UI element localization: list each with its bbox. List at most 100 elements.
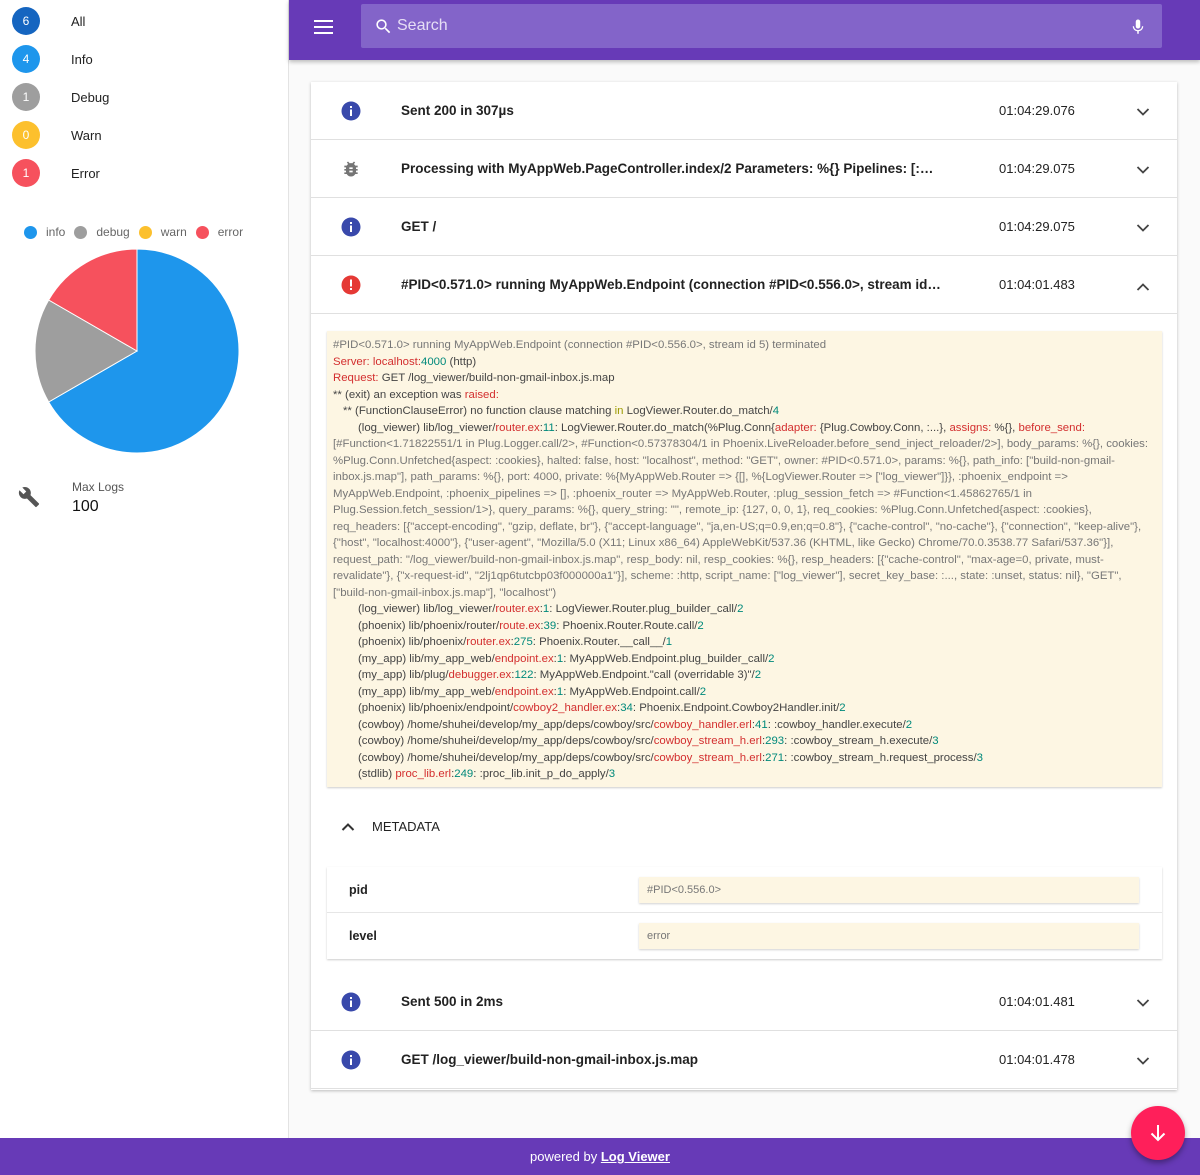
filter-count-badge: 1 [12,83,40,111]
stack-frame-part: : :cowboy_stream_h.execute/ [784,735,933,747]
exit-keyword: raised: [464,388,499,401]
stack-frame-part: 3 [608,768,616,780]
log-timestamp: 01:04:29.075 [999,219,1075,234]
info-icon [341,101,361,121]
call-before-send-key: before_send: [1018,421,1085,434]
stack-frame-part: cowboy_stream_h.erl [653,751,762,764]
filter-debug[interactable]: 1 Debug [12,83,109,111]
max-logs-setting[interactable]: Max Logs 100 [18,478,268,518]
info-icon [341,1050,361,1070]
scroll-bottom-button[interactable] [1131,1106,1185,1160]
legend-label: debug [96,225,130,239]
chevron-down-icon[interactable] [1136,104,1150,122]
stack-frame: (phoenix) lib/phoenix/router.ex:275: Pho… [333,634,1156,651]
metadata-value: error [639,923,1139,949]
exit-text: ** (exit) an exception was [333,388,465,401]
filter-warn[interactable]: 0 Warn [12,121,102,149]
legend-item-warn[interactable]: warn [138,225,187,239]
log-timestamp: 01:04:29.076 [999,103,1075,118]
stack-frame-part: 271 [765,751,785,764]
stack-frame-part: : LogViewer.Router.plug_builder_call/ [549,603,738,615]
legend-item-info[interactable]: info [24,225,65,239]
stack-frame-part: 2 [737,603,744,615]
log-row[interactable]: Processing with MyAppWeb.PageController.… [311,140,1177,198]
stack-frame-part: cowboy2_handler.ex [513,702,618,714]
request-label: Request: [333,372,379,384]
log-row[interactable]: Sent 500 in 2ms 01:04:01.481 [311,973,1177,1031]
filter-label: All [71,13,86,29]
stack-frame-part: (cowboy) /home/shuhei/develop/my_app/dep… [358,718,654,731]
metadata-row-pid: pid #PID<0.556.0> [327,867,1162,913]
chevron-down-icon[interactable] [1136,995,1150,1013]
fce-text: ** (FunctionClauseError) no function cla… [343,405,615,417]
mic-icon[interactable] [1129,17,1147,37]
stack-frame-part: 2 [699,685,707,698]
filter-count-badge: 6 [12,7,40,35]
log-message: GET /log_viewer/build-non-gmail-inbox.js… [401,1052,699,1067]
call-adapter-value: {Plug.Cowboy.Conn, :...}, [816,421,950,434]
stack-frame-part: 2 [754,669,762,681]
stack-frame: (cowboy) /home/shuhei/develop/my_app/dep… [333,733,1156,750]
filter-info[interactable]: 4 Info [12,45,93,73]
log-row[interactable]: #PID<0.571.0> running MyAppWeb.Endpoint … [311,256,1177,314]
chevron-down-icon[interactable] [1136,220,1150,238]
filter-all[interactable]: 6 All [12,7,86,35]
menu-icon[interactable] [314,20,333,40]
stack-frame-part: 41 [755,718,768,731]
stack-frame-part: 249 [454,768,474,780]
stack-frame-part: (phoenix) lib/phoenix/ [358,636,467,648]
stack-frame-part: 34 [620,702,633,714]
stack-frame: (my_app) lib/plug/debugger.ex:122: MyApp… [333,667,1156,684]
metadata-row-level: level error [327,913,1162,959]
server-rest: (http) [446,355,477,368]
stack-frame-part: : Phoenix.Router.__call__/ [532,636,666,648]
stack-frame: (log_viewer) lib/log_viewer/router.ex:1:… [333,601,1156,618]
stack-frame-part: (cowboy) /home/shuhei/develop/my_app/dep… [358,751,654,764]
search-bar[interactable] [361,4,1162,48]
legend-item-debug[interactable]: debug [74,225,130,239]
filter-error[interactable]: 1 Error [12,159,100,187]
search-input[interactable] [397,4,1097,48]
error-icon [341,275,361,295]
app-bar [289,0,1200,60]
log-row[interactable]: GET / 01:04:29.075 [311,198,1177,256]
stack-frame-part: route.ex [499,619,541,632]
stack-frame-part: endpoint.ex [494,685,554,698]
stack-frame-part: 122 [514,669,534,681]
max-logs-value[interactable]: 100 [72,498,99,516]
fce-arity: 4 [772,405,780,417]
legend-label: info [46,225,66,239]
stack-frame-part: 3 [976,751,983,764]
info-icon [341,992,361,1012]
filter-count-badge: 0 [12,121,40,149]
search-icon [376,19,391,34]
chevron-down-icon[interactable] [1136,162,1150,180]
stack-frame-part: : MyAppWeb.Endpoint.plug_builder_call/ [563,652,769,665]
log-viewer-link[interactable]: Log Viewer [601,1149,670,1164]
filter-label: Warn [71,127,102,143]
log-row[interactable]: GET /log_viewer/build-non-gmail-inbox.js… [311,1031,1177,1089]
stack-frame-part: 275 [513,636,533,648]
log-timestamp: 01:04:01.481 [999,994,1075,1009]
metadata-value: #PID<0.556.0> [639,877,1139,903]
call-assigns-value: %{}, [991,421,1019,434]
stack-frame-part: endpoint.ex [494,652,554,665]
stack-frame-part: 293 [765,735,785,747]
log-list: Sent 200 in 307µs 01:04:29.076 Processing … [311,82,1177,1090]
call-assigns-key: assigns: [949,421,992,434]
legend-swatch [24,225,37,239]
max-logs-label: Max Logs [72,480,125,494]
stack-frame: (my_app) lib/my_app_web/endpoint.ex:1: M… [333,651,1156,668]
legend-swatch [195,225,209,239]
chevron-down-icon[interactable] [1136,1053,1150,1071]
filter-label: Error [71,165,100,181]
chevron-up-icon [341,823,355,831]
log-row[interactable]: Sent 200 in 307µs 01:04:29.076 [311,82,1177,140]
legend-item-error[interactable]: error [195,225,243,239]
stack-frame-part: proc_lib.erl [395,768,452,780]
stack-frame-part: 2 [768,652,775,665]
stack-frame-part: (my_app) lib/my_app_web/ [358,652,495,665]
chevron-up-icon[interactable] [1136,278,1150,296]
metadata-toggle[interactable]: METADATA [327,804,627,849]
stack-frame-part: router.ex [495,603,540,615]
